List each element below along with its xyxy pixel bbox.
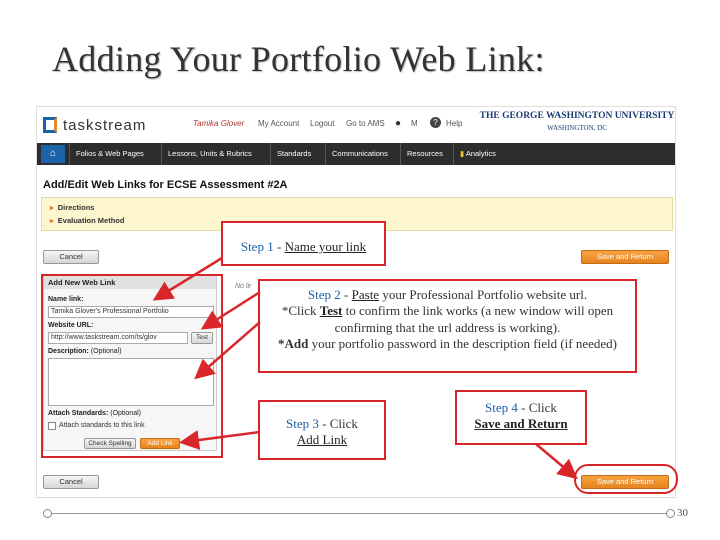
step4-action: Click	[528, 400, 557, 415]
step3-text: Add Link	[296, 432, 348, 448]
nav-resources[interactable]: Resources	[400, 143, 443, 165]
my-account-link[interactable]: My Account	[258, 119, 299, 128]
cancel-button-top[interactable]: Cancel	[43, 250, 99, 264]
taskstream-brand: taskstream	[63, 117, 147, 134]
help-icon[interactable]: ?	[430, 117, 441, 128]
step2-test: Test	[319, 303, 343, 319]
save-return-button-top[interactable]: Save and Return	[581, 250, 669, 264]
page-number: 30	[677, 507, 688, 519]
analytics-icon: ▮	[460, 149, 465, 158]
step2-line1: your Professional Portfolio website url.	[379, 287, 588, 302]
step2-line2: to confirm the link works (a new window …	[334, 303, 614, 335]
step1-sep: -	[273, 239, 285, 254]
nav-folios[interactable]: Folios & Web Pages	[69, 143, 144, 165]
home-icon[interactable]: ⌂	[41, 145, 65, 163]
no-links-text: No lir	[235, 283, 252, 290]
nav-standards[interactable]: Standards	[270, 143, 311, 165]
step1-label: Step 1	[240, 239, 274, 254]
step1-text: Name your link	[284, 239, 367, 254]
nav-analytics[interactable]: ▮ Analytics	[453, 143, 496, 165]
chat-icon[interactable]: ●	[395, 118, 401, 129]
mail-link[interactable]: M	[411, 119, 418, 128]
step2-line2-pre: *Click	[281, 303, 320, 319]
step3-callout: Step 3 - Click Add Link	[258, 400, 386, 460]
evaluation-method-toggle[interactable]: ▸ Evaluation Method	[50, 216, 124, 225]
form-highlight-ring	[41, 274, 223, 458]
goto-ams-link[interactable]: Go to AMS	[346, 119, 385, 128]
step4-text: Save and Return	[474, 416, 568, 432]
footer-rule	[52, 513, 666, 514]
step2-callout: Step 2 - Paste your Professional Portfol…	[258, 279, 637, 373]
expand-arrow-icon: ▸	[50, 216, 54, 225]
logout-link[interactable]: Logout	[310, 119, 334, 128]
step4-sep: -	[517, 400, 529, 415]
help-link[interactable]: Help	[446, 119, 462, 128]
taskstream-logo-icon	[43, 117, 57, 133]
step1-callout: Step 1 - Name your link	[221, 221, 386, 266]
footer-dot-left	[43, 509, 52, 518]
nav-lessons[interactable]: Lessons, Units & Rubrics	[161, 143, 252, 165]
cancel-button-bottom[interactable]: Cancel	[43, 475, 99, 489]
slide-title: Adding Your Portfolio Web Link:	[52, 39, 545, 79]
user-name: Tamika Glover	[193, 119, 245, 128]
university-logo: THE GEORGE WASHINGTON UNIVERSITY WASHING…	[477, 111, 675, 132]
directions-label: Directions	[57, 203, 95, 212]
university-name: THE GEORGE WASHINGTON UNIVERSITY	[479, 111, 675, 121]
save-return-highlight-ring	[574, 464, 678, 494]
step2-sep: -	[340, 287, 352, 302]
step2-paste: Paste	[351, 287, 380, 302]
step3-action: Click	[329, 416, 358, 431]
step3-label: Step 3	[286, 416, 319, 431]
step2-label: Step 2	[307, 287, 341, 302]
nav-analytics-label: Analytics	[465, 149, 496, 158]
directions-toggle[interactable]: ▸ Directions	[50, 203, 94, 212]
step2-line3-pre: *Add	[277, 335, 309, 351]
taskstream-header: taskstream Tamika Glover My Account Logo…	[37, 107, 675, 145]
nav-communications[interactable]: Communications	[325, 143, 388, 165]
evaluation-method-label: Evaluation Method	[57, 216, 125, 225]
step3-sep: -	[318, 416, 330, 431]
page-heading: Add/Edit Web Links for ECSE Assessment #…	[43, 179, 288, 191]
step4-label: Step 4	[485, 400, 518, 415]
university-location: WASHINGTON, DC	[547, 124, 607, 132]
main-nav: ⌂ Folios & Web Pages Lessons, Units & Ru…	[37, 143, 675, 165]
step4-callout: Step 4 - Click Save and Return	[455, 390, 587, 445]
step2-line3: your portfolio password in the descripti…	[308, 335, 618, 351]
expand-arrow-icon: ▸	[50, 203, 54, 212]
footer-dot-right	[666, 509, 675, 518]
